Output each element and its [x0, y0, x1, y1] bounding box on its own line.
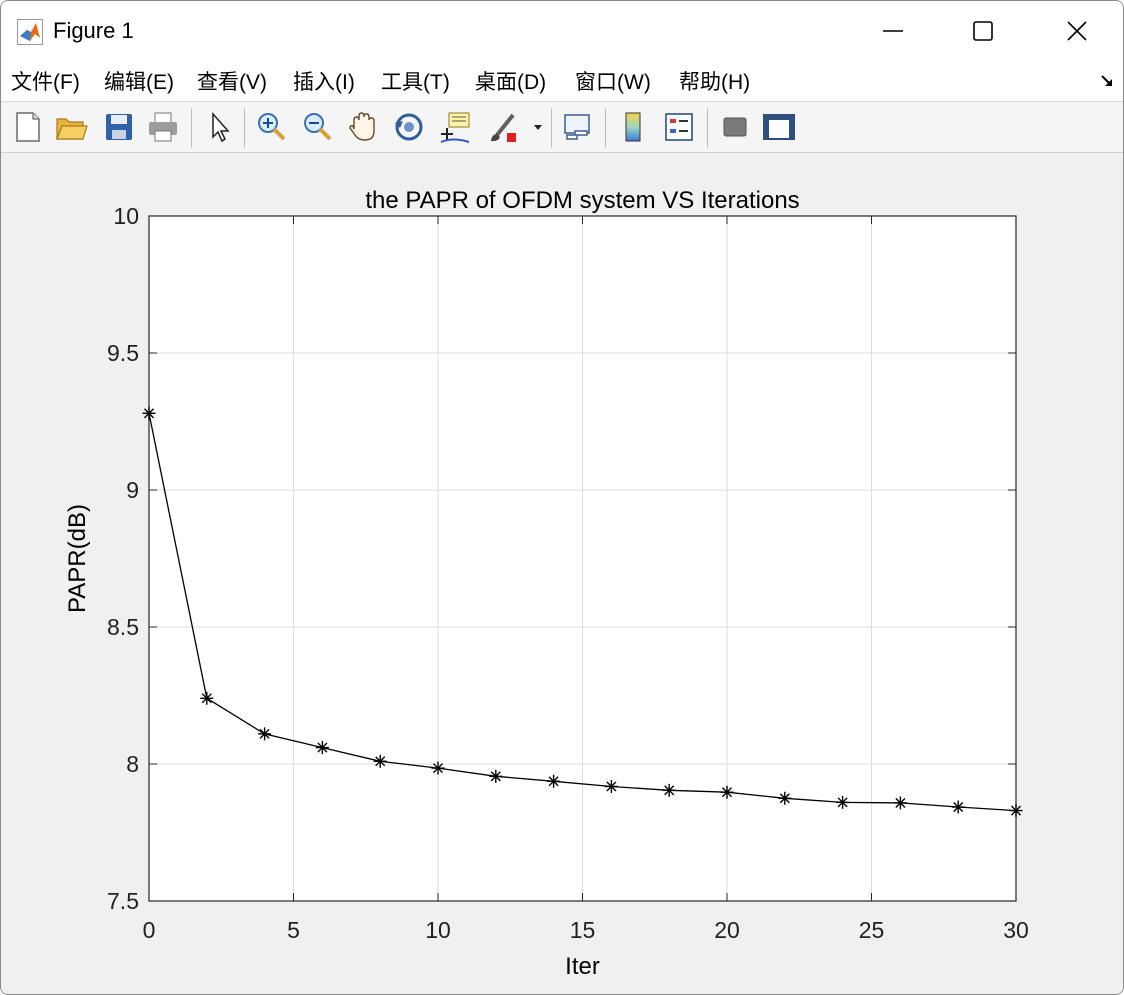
- y-axis-label: PAPR(dB): [64, 504, 91, 613]
- rotate-3d-icon: [395, 113, 423, 141]
- x-tick-label: 25: [859, 917, 885, 943]
- minimize-icon: [883, 30, 903, 32]
- data-point: [893, 796, 907, 810]
- chevron-down-icon: [534, 125, 542, 130]
- hide-plot-tools-icon: [723, 117, 747, 137]
- toolbar-separator: [244, 108, 245, 148]
- print-button[interactable]: [145, 109, 181, 145]
- data-point: [951, 800, 965, 814]
- data-point: [604, 779, 618, 793]
- brush-button[interactable]: [487, 109, 523, 145]
- colorbar-icon: [625, 112, 641, 142]
- pan-button[interactable]: [345, 109, 381, 145]
- save-button[interactable]: [101, 109, 137, 145]
- legend-button[interactable]: [661, 109, 697, 145]
- data-point: [720, 785, 734, 799]
- link-plot-icon: [564, 114, 590, 140]
- legend-icon: [665, 113, 693, 141]
- menu-edit[interactable]: 编辑(E): [104, 66, 174, 96]
- open-file-icon: [56, 118, 88, 140]
- data-point: [315, 741, 329, 755]
- data-point: [489, 769, 503, 783]
- data-point: [373, 754, 387, 768]
- show-plot-tools-icon: [763, 114, 795, 140]
- close-icon: [1067, 21, 1087, 41]
- pan-icon: [349, 112, 375, 141]
- brush-dropdown[interactable]: [531, 109, 545, 145]
- x-tick-label: 10: [425, 917, 451, 943]
- zoom-out-icon: [304, 113, 332, 141]
- save-icon: [106, 114, 132, 140]
- new-figure-icon: [16, 112, 40, 142]
- y-tick-label: 8: [126, 751, 139, 777]
- menu-tools[interactable]: 工具(T): [381, 66, 450, 96]
- data-point: [547, 774, 561, 788]
- y-tick-label: 8.5: [107, 614, 139, 640]
- data-point: [778, 791, 792, 805]
- link-plot-button[interactable]: [559, 109, 595, 145]
- figure-toolbar: [1, 102, 1123, 153]
- x-tick-label: 30: [1003, 917, 1029, 943]
- y-tick-label: 10: [113, 203, 139, 229]
- show-plot-tools-button[interactable]: [761, 109, 797, 145]
- maximize-button[interactable]: [937, 1, 1029, 61]
- data-point: [1009, 804, 1023, 818]
- hide-plot-tools-button[interactable]: [717, 109, 753, 145]
- new-figure-button[interactable]: [9, 109, 45, 145]
- y-tick-label: 9.5: [107, 340, 139, 366]
- menu-help[interactable]: 帮助(H): [679, 66, 750, 96]
- zoom-in-icon: [258, 113, 286, 141]
- zoom-in-button[interactable]: [253, 109, 289, 145]
- x-tick-label: 20: [714, 917, 740, 943]
- menu-bar: 文件(F) 编辑(E) 查看(V) 插入(I) 工具(T) 桌面(D) 窗口(W…: [1, 61, 1123, 102]
- data-point: [258, 727, 272, 741]
- menu-view[interactable]: 查看(V): [197, 66, 267, 96]
- data-cursor-button[interactable]: [437, 109, 473, 145]
- toolbar-separator: [191, 108, 192, 148]
- menu-window[interactable]: 窗口(W): [575, 66, 651, 96]
- x-tick-label: 0: [143, 917, 156, 943]
- close-button[interactable]: [1031, 1, 1123, 61]
- dock-arrow-icon[interactable]: [1099, 73, 1115, 89]
- data-point: [662, 783, 676, 797]
- print-icon: [149, 112, 177, 142]
- menu-insert[interactable]: 插入(I): [293, 66, 355, 96]
- y-tick-label: 7.5: [107, 888, 139, 914]
- minimize-button[interactable]: [847, 1, 939, 61]
- data-point: [200, 691, 214, 705]
- title-bar[interactable]: Figure 1: [1, 1, 1123, 61]
- toolbar-separator: [605, 108, 606, 148]
- data-point: [142, 406, 156, 420]
- toolbar-separator: [707, 108, 708, 148]
- edit-plot-button[interactable]: [203, 109, 239, 145]
- y-tick-label: 9: [126, 477, 139, 503]
- maximize-icon: [973, 21, 993, 41]
- open-file-button[interactable]: [53, 109, 89, 145]
- x-tick-label: 5: [287, 917, 300, 943]
- x-axis-label: Iter: [565, 953, 600, 980]
- colorbar-button[interactable]: [615, 109, 651, 145]
- menu-desktop[interactable]: 桌面(D): [475, 66, 546, 96]
- rotate-3d-button[interactable]: [391, 109, 427, 145]
- papr-line-chart: 0 5 10 15 20 25 30 7.5 8 8.5 9 9.5 10 the PAPR of OFD…: [64, 187, 1029, 980]
- data-point: [431, 761, 445, 775]
- x-tick-label: 15: [570, 917, 596, 943]
- data-point: [836, 795, 850, 809]
- data-cursor-icon: [440, 112, 470, 143]
- figure-canvas[interactable]: 0 5 10 15 20 25 30 7.5 8 8.5 9 9.5 10 the PAPR of OFD…: [1, 153, 1123, 994]
- edit-plot-icon: [212, 112, 230, 143]
- brush-icon: [491, 113, 516, 142]
- toolbar-separator: [551, 108, 552, 148]
- chart-title: the PAPR of OFDM system VS Iterations: [365, 187, 799, 214]
- zoom-out-button[interactable]: [299, 109, 335, 145]
- menu-file[interactable]: 文件(F): [11, 66, 80, 96]
- window-title: Figure 1: [53, 18, 134, 43]
- matlab-logo-icon: [17, 19, 43, 45]
- figure-window: Figure 1 文件(F) 编辑(E) 查看(V) 插入(I) 工具(T) 桌…: [0, 0, 1124, 995]
